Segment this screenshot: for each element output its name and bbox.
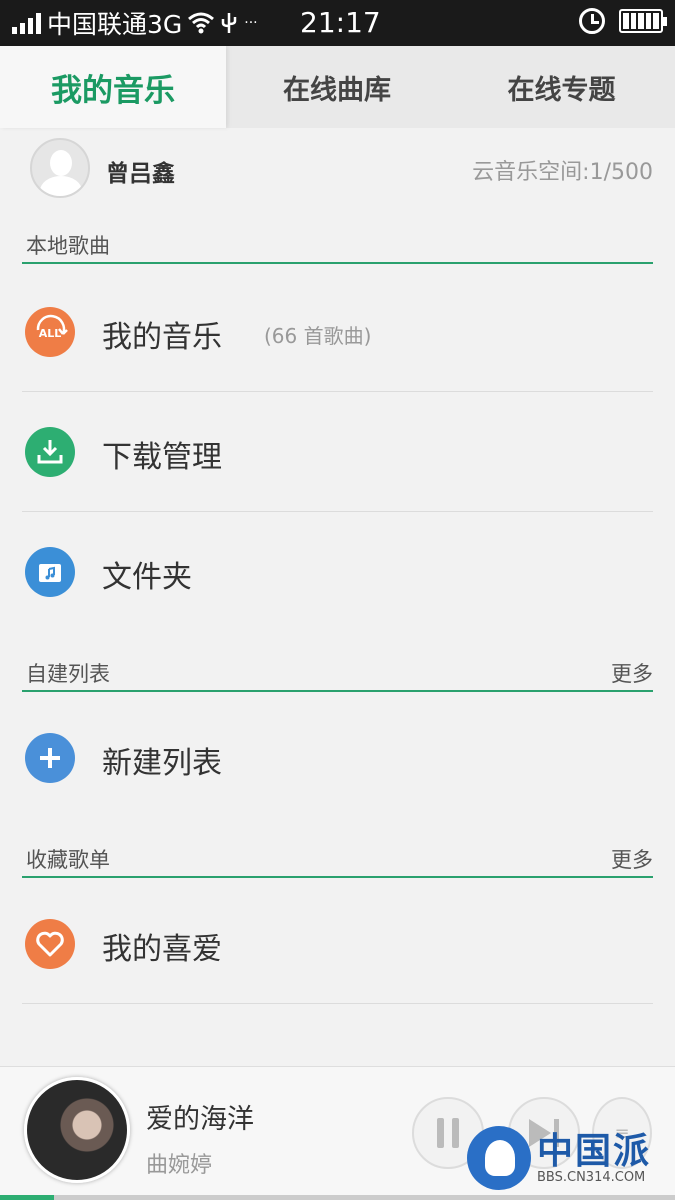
clock: 21:17: [300, 6, 381, 39]
battery-icon: [619, 9, 667, 33]
song-count: (66 首歌曲): [264, 324, 372, 348]
section-title: 本地歌曲: [26, 234, 110, 258]
list-item-my-music[interactable]: ALL 我的音乐 (66 首歌曲): [22, 272, 653, 392]
song-artist: 曲婉婷: [146, 1153, 213, 1178]
list-item-label: 新建列表: [102, 746, 222, 781]
carrier-label: 中国联通3G: [47, 10, 183, 39]
divider: [22, 1003, 653, 1004]
status-left: 中国联通3G ···: [0, 5, 258, 41]
section-title: 自建列表: [26, 662, 110, 686]
alarm-icon: [579, 8, 605, 34]
list-item-label: 我的喜爱: [102, 932, 222, 967]
list-item-label: 下载管理: [102, 440, 222, 475]
section-title: 收藏歌单: [26, 848, 110, 872]
more-link[interactable]: 更多: [611, 844, 653, 874]
cloud-space-label: 云音乐空间:1/500: [472, 160, 653, 185]
status-right: [579, 8, 667, 34]
album-cover[interactable]: [24, 1077, 130, 1183]
watermark-sub: BBS.CN314.COM: [537, 1170, 646, 1185]
username: 曾吕鑫: [106, 161, 175, 187]
list-item-favorites[interactable]: 我的喜爱: [22, 884, 653, 1004]
more-link[interactable]: 更多: [611, 658, 653, 688]
tab-bar: 我的音乐 在线曲库 在线专题: [0, 46, 675, 128]
tab-online-library[interactable]: 在线曲库: [226, 46, 448, 128]
pause-icon: [437, 1118, 459, 1148]
download-icon: [25, 427, 75, 477]
tab-my-music[interactable]: 我的音乐: [0, 46, 226, 128]
heart-icon: [25, 919, 75, 969]
watermark: 中国派 BBS.CN314.COM: [467, 1122, 667, 1192]
section-collected-playlists: 收藏歌单 更多: [22, 842, 653, 878]
avatar[interactable]: [30, 138, 90, 198]
wifi-icon: [188, 12, 215, 34]
section-local-songs: 本地歌曲: [22, 228, 653, 264]
profile-row[interactable]: 曾吕鑫 云音乐空间:1/500: [0, 130, 675, 208]
all-icon: ALL: [25, 307, 75, 357]
list-item-label: 文件夹: [102, 560, 192, 595]
list-item-label: 我的音乐: [102, 320, 222, 355]
status-more: ···: [244, 15, 258, 31]
plus-icon: [25, 733, 75, 783]
list-item-new-list[interactable]: 新建列表: [22, 698, 653, 818]
list-item-download-manager[interactable]: 下载管理: [22, 392, 653, 512]
tab-online-topics[interactable]: 在线专题: [448, 46, 675, 128]
folder-music-icon: [25, 547, 75, 597]
progress-fill: [0, 1195, 54, 1200]
song-title: 爱的海洋: [146, 1104, 254, 1135]
svg-text:ALL: ALL: [39, 327, 62, 340]
watermark-text: 中国派: [537, 1130, 652, 1172]
list-item-folder[interactable]: 文件夹: [22, 512, 653, 632]
section-custom-lists: 自建列表 更多: [22, 656, 653, 692]
watermark-logo-icon: [467, 1126, 531, 1190]
signal-icon: [12, 12, 41, 34]
status-bar: 中国联通3G ··· 21:17: [0, 0, 675, 46]
playback-progress[interactable]: [0, 1195, 675, 1200]
usb-icon: [222, 13, 237, 33]
